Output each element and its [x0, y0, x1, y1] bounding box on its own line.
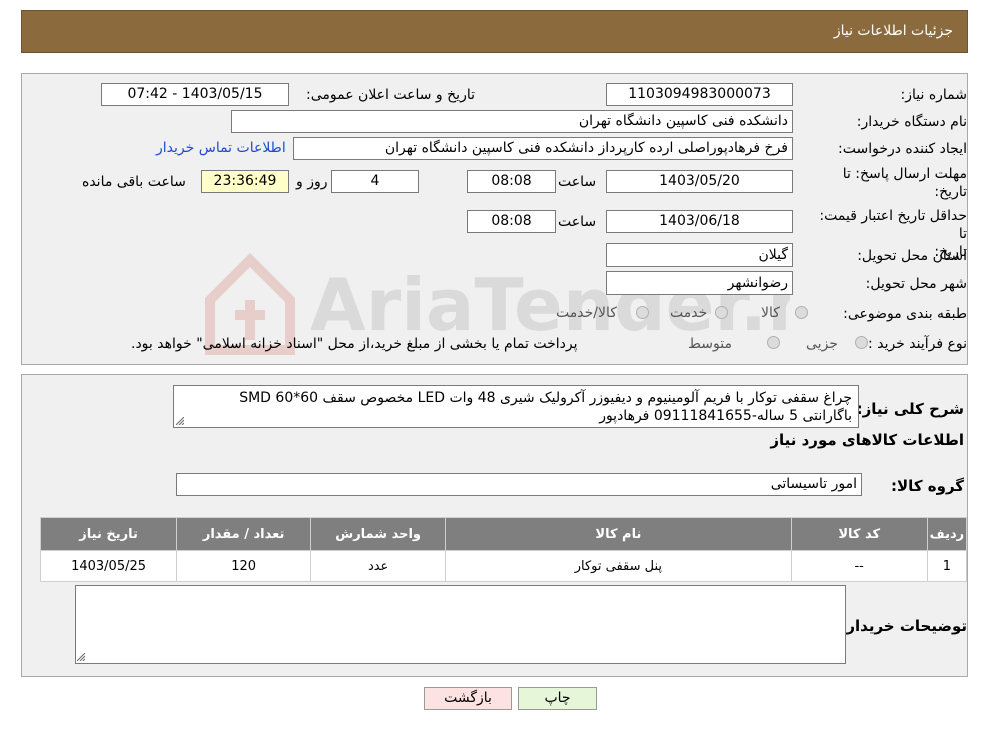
need-number-field[interactable]: 1103094983000073 — [606, 83, 793, 106]
goods-info-title: اطلاعات کالاهای مورد نیاز — [770, 431, 964, 449]
print-button[interactable]: چاپ — [518, 687, 597, 710]
page-title: جزئیات اطلاعات نیاز — [833, 23, 953, 39]
announce-datetime-field[interactable]: 1403/05/15 - 07:42 — [101, 83, 289, 106]
process-type-label: نوع فرآیند خرید : — [868, 336, 967, 352]
remaining-time-label: ساعت باقی مانده — [82, 174, 186, 190]
table-row[interactable]: 1 -- پنل سقفی توکار عدد 120 1403/05/25 — [39, 550, 968, 582]
reply-time-field[interactable]: 08:08 — [467, 170, 556, 193]
announce-datetime-label: تاریخ و ساعت اعلان عمومی: — [306, 87, 475, 103]
province-field[interactable]: گیلان — [606, 243, 793, 267]
resize-grip-icon[interactable] — [176, 417, 184, 425]
buyer-contact-link[interactable]: اطلاعات تماس خریدار — [156, 140, 286, 156]
cell-unit: عدد — [310, 550, 447, 582]
goods-group-field[interactable]: امور تاسیساتی — [176, 473, 862, 496]
process-radio-medium[interactable] — [767, 336, 780, 349]
buyer-org-label: نام دستگاه خریدار: — [856, 114, 967, 130]
process-option-minor: جزیی — [806, 336, 838, 352]
process-radio-minor[interactable] — [855, 336, 868, 349]
description-label: شرح کلی نیاز: — [856, 400, 964, 418]
buyer-notes-textarea[interactable] — [75, 585, 846, 664]
remaining-days-field[interactable]: 4 — [331, 170, 419, 193]
description-line-2: باگارانتی 5 ساله-09111841655 فرهادپور — [599, 408, 852, 424]
category-option-service: خدمت — [670, 305, 708, 321]
category-radio-service[interactable] — [715, 306, 728, 319]
category-radio-goods-service[interactable] — [636, 306, 649, 319]
col-goods-code: کد کالا — [790, 517, 928, 551]
description-textarea[interactable]: چراغ سقفی توکار با فریم آلومینیوم و دیفی… — [173, 385, 859, 428]
col-row-number: ردیف — [926, 517, 968, 551]
reply-date-field[interactable]: 1403/05/20 — [606, 170, 793, 193]
cell-quantity: 120 — [176, 550, 312, 582]
goods-group-label: گروه کالا: — [891, 477, 964, 495]
description-line-1: چراغ سقفی توکار با فریم آلومینیوم و دیفی… — [239, 390, 852, 406]
reply-deadline-label: مهلت ارسال پاسخ: تا تاریخ: — [842, 166, 967, 200]
price-validity-time-label: ساعت — [558, 214, 597, 230]
need-number-label: شماره نیاز: — [900, 87, 968, 103]
price-validity-time-field[interactable]: 08:08 — [467, 210, 556, 233]
page-header: جزئیات اطلاعات نیاز — [21, 10, 968, 53]
cell-goods-code: -- — [790, 550, 928, 582]
price-validity-date-field[interactable]: 1403/06/18 — [606, 210, 793, 233]
city-label: شهر محل تحویل: — [865, 276, 967, 292]
buyer-notes-label: توضیحات خریدار: — [840, 617, 967, 635]
remaining-time-field: 23:36:49 — [201, 170, 289, 193]
back-button[interactable]: بازگشت — [424, 687, 512, 710]
province-label: استان محل تحویل: — [857, 248, 967, 264]
category-option-goods-service: کالا/خدمت — [556, 305, 617, 321]
reply-time-label: ساعت — [558, 174, 597, 190]
cell-row-number: 1 — [926, 550, 968, 582]
col-unit: واحد شمارش — [310, 517, 447, 551]
goods-table-header: ردیف کد کالا نام کالا واحد شمارش تعداد /… — [39, 517, 968, 551]
treasury-payment-note: پرداخت تمام یا بخشی از مبلغ خرید،از محل … — [131, 336, 578, 352]
col-goods-name: نام کالا — [445, 517, 792, 551]
category-label: طبقه بندی موضوعی: — [843, 306, 967, 322]
col-need-date: تاریخ نیاز — [39, 517, 178, 551]
buyer-org-field[interactable]: دانشکده فنی کاسپین دانشگاه تهران — [231, 110, 793, 133]
cell-goods-name: پنل سقفی توکار — [445, 550, 792, 582]
category-option-goods: کالا — [761, 305, 780, 321]
category-radio-goods[interactable] — [795, 306, 808, 319]
col-quantity: تعداد / مقدار — [176, 517, 312, 551]
creator-field[interactable]: فرخ فرهادپوراصلی ارده کارپرداز دانشکده ف… — [293, 137, 793, 160]
city-field[interactable]: رضوانشهر — [606, 271, 793, 295]
creator-label: ایجاد کننده درخواست: — [838, 141, 967, 157]
notes-resize-grip-icon[interactable] — [77, 653, 85, 661]
days-label: روز و — [296, 174, 328, 190]
process-option-medium: متوسط — [688, 336, 732, 352]
cell-need-date: 1403/05/25 — [39, 550, 178, 582]
goods-table: ردیف کد کالا نام کالا واحد شمارش تعداد /… — [39, 517, 968, 582]
